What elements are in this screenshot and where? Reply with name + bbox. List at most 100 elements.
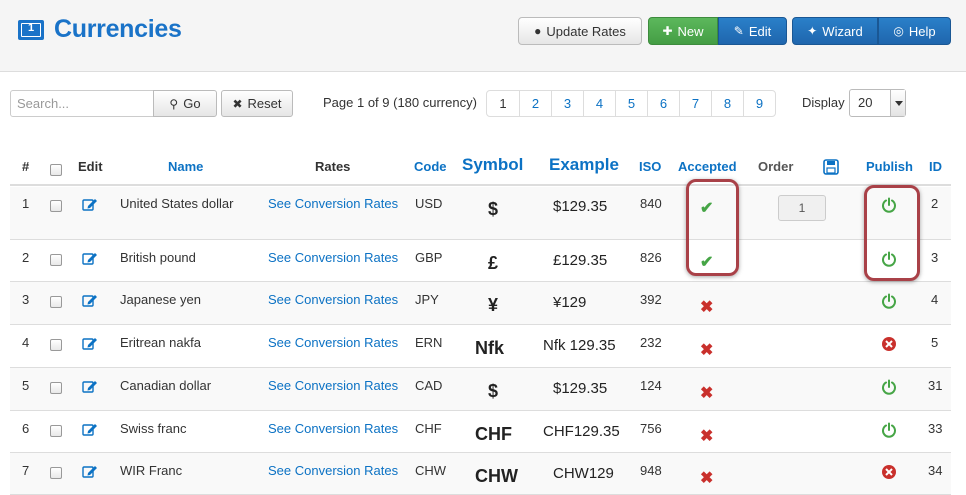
- col-name[interactable]: Name: [168, 159, 203, 174]
- col-accepted[interactable]: Accepted: [678, 159, 737, 174]
- row-id: 33: [928, 421, 943, 436]
- row-checkbox[interactable]: [50, 425, 62, 437]
- published-power-icon[interactable]: [881, 422, 897, 438]
- row-iso: 232: [640, 335, 662, 350]
- conversion-rates-link[interactable]: See Conversion Rates: [268, 250, 398, 265]
- page-9[interactable]: 9: [743, 91, 775, 116]
- row-checkbox[interactable]: [50, 382, 62, 394]
- row-checkbox[interactable]: [50, 254, 62, 266]
- conversion-rates-link[interactable]: See Conversion Rates: [268, 463, 398, 478]
- row-code: JPY: [415, 292, 439, 307]
- page-8[interactable]: 8: [711, 91, 743, 116]
- close-icon: ✖: [232, 96, 243, 111]
- rejected-x-icon[interactable]: ✖: [700, 340, 713, 360]
- row-checkbox[interactable]: [50, 339, 62, 351]
- search-input[interactable]: [10, 90, 154, 117]
- wizard-button[interactable]: ✦ Wizard: [792, 17, 878, 45]
- edit-icon[interactable]: [82, 197, 98, 211]
- save-order-icon[interactable]: [823, 159, 839, 178]
- display-select[interactable]: 20: [849, 89, 906, 117]
- col-iso[interactable]: ISO: [639, 159, 661, 174]
- row-symbol: ¥: [488, 295, 499, 315]
- rejected-x-icon[interactable]: ✖: [700, 468, 713, 488]
- page-3[interactable]: 3: [551, 91, 583, 116]
- page-1[interactable]: 1: [487, 91, 519, 116]
- edit-button[interactable]: ✎ Edit: [718, 17, 787, 45]
- conversion-rates-link[interactable]: See Conversion Rates: [268, 335, 398, 350]
- table-row: 7 WIR Franc See Conversion Rates CHW CHW CHW1…: [10, 453, 951, 495]
- row-checkbox[interactable]: [50, 200, 62, 212]
- row-name: Eritrean nakfa: [120, 335, 201, 350]
- col-num: #: [22, 159, 30, 174]
- edit-label: Edit: [748, 23, 772, 39]
- table-row: 2 British pound See Conversion Rates GBP £ £1…: [10, 240, 951, 282]
- row-id: 5: [931, 335, 939, 350]
- edit-icon[interactable]: [82, 422, 98, 436]
- reset-label: Reset: [247, 96, 282, 111]
- table-row: 5 Canadian dollar See Conversion Rates CAD $…: [10, 368, 951, 411]
- conversion-rates-link[interactable]: See Conversion Rates: [268, 196, 398, 211]
- col-publish[interactable]: Publish: [866, 159, 913, 174]
- select-all-checkbox[interactable]: [50, 164, 62, 176]
- reset-button[interactable]: ✖ Reset: [221, 90, 293, 117]
- table-header: # Edit Name Rates Code Symbol Example IS…: [10, 150, 951, 186]
- order-input[interactable]: 1: [778, 195, 826, 221]
- edit-icon[interactable]: [82, 464, 98, 478]
- help-button[interactable]: ◎ Help: [878, 17, 951, 45]
- edit-icon[interactable]: [82, 293, 98, 307]
- currency-icon: [18, 19, 44, 40]
- row-code: CHW: [415, 463, 447, 478]
- row-code: CAD: [415, 378, 443, 393]
- col-code[interactable]: Code: [414, 159, 447, 174]
- publish-highlight: [864, 185, 920, 281]
- go-button[interactable]: ⚲ Go: [153, 90, 217, 117]
- row-code: CHF: [415, 421, 442, 436]
- row-symbol: $: [488, 199, 499, 219]
- row-checkbox[interactable]: [50, 467, 62, 479]
- page-title: Currencies: [18, 15, 182, 44]
- page-7[interactable]: 7: [679, 91, 711, 116]
- go-label: Go: [183, 96, 201, 111]
- page-6[interactable]: 6: [647, 91, 679, 116]
- col-example[interactable]: Example: [549, 155, 619, 175]
- row-name: Canadian dollar: [120, 378, 212, 393]
- rejected-x-icon[interactable]: ✖: [700, 383, 713, 403]
- row-example: $129.35: [553, 380, 608, 397]
- row-num: 1: [22, 196, 30, 211]
- display-label: Display: [802, 95, 845, 110]
- wizard-label: Wizard: [822, 23, 863, 39]
- page-5[interactable]: 5: [615, 91, 647, 116]
- page-2[interactable]: 2: [519, 91, 551, 116]
- published-power-icon[interactable]: [881, 379, 897, 395]
- edit-icon[interactable]: [82, 251, 98, 265]
- row-checkbox[interactable]: [50, 296, 62, 308]
- conversion-rates-link[interactable]: See Conversion Rates: [268, 292, 398, 307]
- unpublished-x-icon[interactable]: [881, 336, 897, 352]
- edit-icon[interactable]: [82, 379, 98, 393]
- update-rates-button[interactable]: ● Update Rates: [518, 17, 642, 45]
- published-power-icon[interactable]: [881, 293, 897, 309]
- rejected-x-icon[interactable]: ✖: [700, 297, 713, 317]
- update-rates-label: Update Rates: [546, 23, 626, 39]
- edit-icon[interactable]: [82, 336, 98, 350]
- page-header: Currencies ● Update Rates ✚ New ✎ Edit ✦…: [0, 0, 966, 72]
- conversion-rates-link[interactable]: See Conversion Rates: [268, 378, 398, 393]
- row-name: United States dollar: [120, 196, 234, 211]
- row-id: 2: [931, 196, 939, 211]
- row-num: 4: [22, 335, 30, 350]
- col-order: Order: [758, 159, 794, 174]
- row-symbol: £: [488, 253, 499, 273]
- row-num: 6: [22, 421, 30, 436]
- new-button[interactable]: ✚ New: [648, 17, 718, 45]
- row-num: 3: [22, 292, 30, 307]
- page-4[interactable]: 4: [583, 91, 615, 116]
- row-symbol: $: [488, 381, 499, 401]
- search-icon: ⚲: [169, 96, 179, 111]
- col-symbol[interactable]: Symbol: [462, 155, 523, 175]
- rejected-x-icon[interactable]: ✖: [700, 426, 713, 446]
- row-example: ¥129: [553, 294, 587, 311]
- unpublished-x-icon[interactable]: [881, 464, 897, 480]
- col-id[interactable]: ID: [929, 159, 942, 174]
- row-id: 34: [928, 463, 943, 478]
- conversion-rates-link[interactable]: See Conversion Rates: [268, 421, 398, 436]
